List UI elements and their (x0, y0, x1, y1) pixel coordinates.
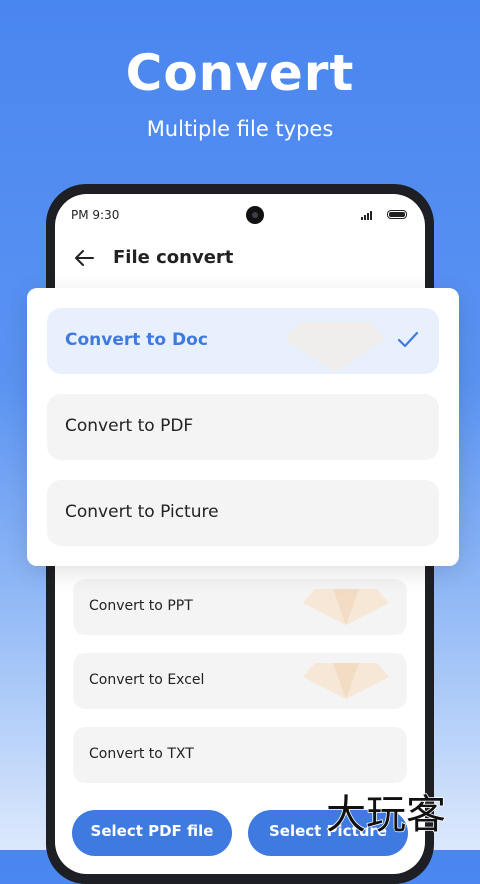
excel-decoration-icon (303, 663, 389, 699)
list-item-ppt[interactable]: Convert to PPT (73, 579, 407, 635)
svg-text:大玩客: 大玩客 (326, 792, 446, 838)
select-pdf-button[interactable]: Select PDF file (72, 810, 232, 856)
page-title: File convert (113, 247, 234, 268)
popup-item-picture[interactable]: Convert to Picture (47, 480, 439, 546)
doc-decoration-icon (285, 322, 385, 372)
popup-item-doc[interactable]: Convert to Doc (47, 308, 439, 374)
popup-item-label: Convert to Doc (65, 330, 208, 350)
list-item-txt[interactable]: Convert to TXT (73, 727, 407, 783)
list-item-label: Convert to TXT (89, 746, 194, 762)
popup-item-label: Convert to PDF (65, 416, 194, 436)
battery-icon (387, 210, 407, 219)
status-time: PM 9:30 (71, 208, 120, 222)
convert-type-popup: Convert to Doc Convert to PDF Convert to… (27, 288, 459, 566)
camera-icon (246, 206, 264, 224)
signal-icon (361, 210, 375, 220)
list-item-excel[interactable]: Convert to Excel (73, 653, 407, 709)
status-bar: PM 9:30 (71, 206, 407, 226)
back-arrow-icon[interactable] (73, 248, 95, 268)
ppt-decoration-icon (303, 589, 389, 625)
popup-item-label: Convert to Picture (65, 502, 219, 522)
hero-title: Convert (125, 44, 355, 102)
watermark-logo: 大玩客 (326, 791, 447, 838)
list-item-label: Convert to Excel (89, 672, 205, 688)
hero-subtitle: Multiple file types (146, 117, 334, 141)
popup-item-pdf[interactable]: Convert to PDF (47, 394, 439, 460)
check-icon (397, 331, 419, 348)
app-header: File convert (71, 244, 409, 272)
list-item-label: Convert to PPT (89, 598, 193, 614)
